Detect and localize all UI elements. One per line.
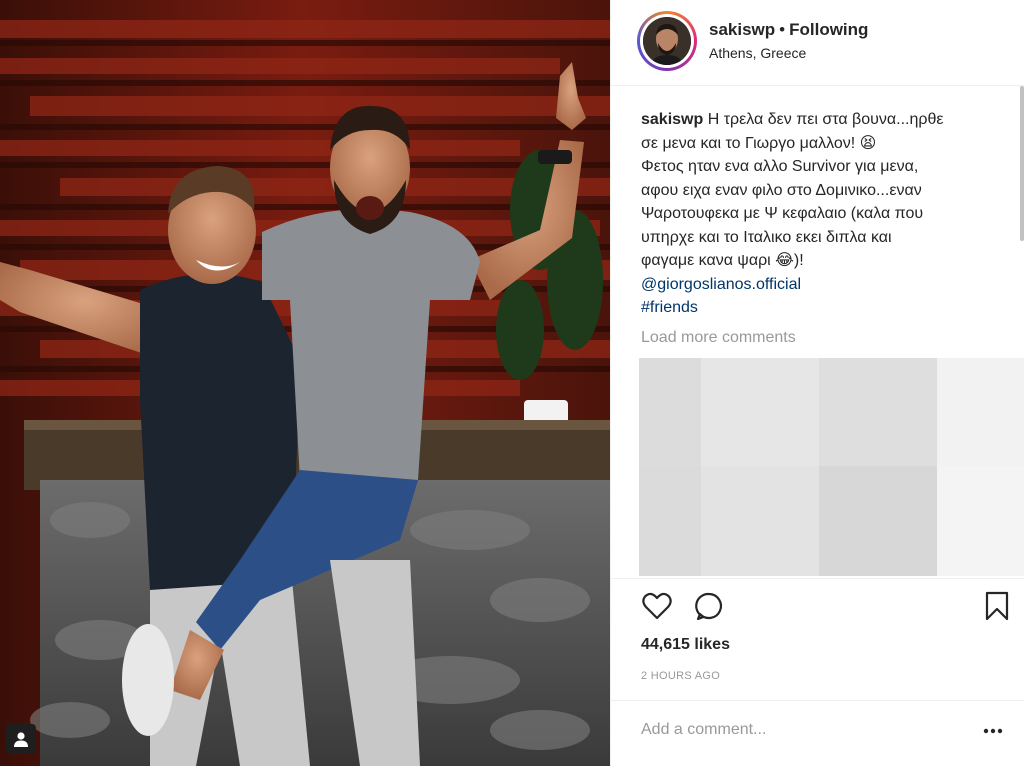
mention-link[interactable]: @giorgoslianos.official xyxy=(641,273,997,297)
post-header: sakiswp • Following Athens, Greece xyxy=(611,0,1024,86)
more-options-icon xyxy=(983,721,1003,739)
blur-tile xyxy=(639,466,701,576)
divider xyxy=(611,578,1024,579)
blur-tile xyxy=(937,466,1024,576)
caption-text: Η τρελα δεν πει στα βουνα...ηρθε xyxy=(707,111,944,128)
caption-username[interactable]: sakiswp xyxy=(641,111,703,128)
header-separator: • xyxy=(779,20,786,39)
divider xyxy=(611,700,1024,701)
save-button[interactable] xyxy=(979,590,1015,626)
blurred-comments xyxy=(639,358,1024,576)
blur-tile xyxy=(819,358,937,466)
location-link[interactable]: Athens, Greece xyxy=(709,45,806,61)
caption-line: αφου ειχα εναν φιλο στο Δομινικο...εναν xyxy=(641,181,922,199)
likes-count[interactable]: 44,615 likes xyxy=(641,636,730,654)
blur-tile xyxy=(701,466,819,576)
caption-line: σε μενα και το Γιωργο μαλλον! 😫 xyxy=(641,134,877,152)
comment-button[interactable] xyxy=(691,590,727,626)
bookmark-icon xyxy=(985,591,1009,626)
header-username[interactable]: sakiswp xyxy=(709,20,775,39)
post-photo[interactable] xyxy=(0,0,610,766)
add-comment-input[interactable] xyxy=(641,716,961,744)
header-line: sakiswp • Following xyxy=(709,20,868,40)
heart-icon xyxy=(642,592,672,625)
avatar[interactable] xyxy=(643,17,691,65)
following-button[interactable]: Following xyxy=(789,20,868,39)
post-side-panel: sakiswp • Following Athens, Greece sakiswp… xyxy=(610,0,1024,766)
caption-line: Φετος ηταν ενα αλλο Survivor για μενα, xyxy=(641,158,919,175)
more-options-button[interactable] xyxy=(977,716,1009,744)
post-image xyxy=(0,0,610,766)
post-timestamp[interactable]: 2 HOURS AGO xyxy=(641,670,720,682)
blur-tile xyxy=(819,466,937,576)
story-ring[interactable] xyxy=(637,11,697,71)
comment-icon xyxy=(694,591,724,626)
blur-tile xyxy=(937,358,1024,466)
blur-tile xyxy=(701,358,819,466)
caption-line: Ψαροτουφεκα με Ψ κεφαλαιο (καλα που xyxy=(641,205,924,222)
caption-line: υπηρχε και το Ιταλικο εκει διπλα και xyxy=(641,228,892,246)
hashtag-link[interactable]: #friends xyxy=(641,296,997,320)
like-button[interactable] xyxy=(639,590,675,626)
load-more-comments-button[interactable]: Load more comments xyxy=(641,329,796,347)
caption-line: sakiswp Η τρελα δεν πει στα βουνα...ηρθε xyxy=(641,108,997,132)
user-tag-icon[interactable] xyxy=(6,724,36,754)
post-caption: sakiswp Η τρελα δεν πει στα βουνα...ηρθε… xyxy=(641,108,997,320)
blur-tile xyxy=(639,358,701,466)
scrollbar-thumb[interactable] xyxy=(1020,86,1024,241)
caption-line: φαγαμε κανα ψαρι 😂)! xyxy=(641,252,804,269)
